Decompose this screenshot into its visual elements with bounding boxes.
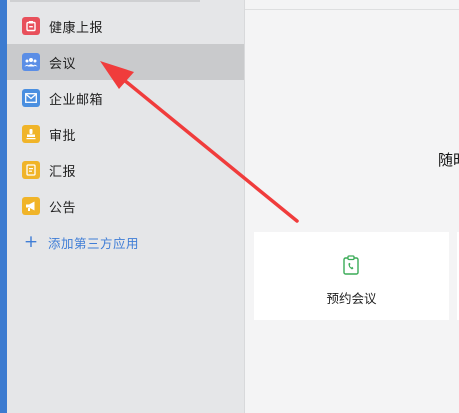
book-meeting-label: 预约会议 — [326, 291, 377, 306]
sidebar-item-label: 审批 — [49, 128, 77, 144]
announcement-megaphone-icon — [22, 197, 40, 215]
clipboard-phone-icon — [343, 255, 359, 275]
plus-icon: + — [23, 232, 39, 252]
sidebar-item-approval[interactable]: 审批 — [7, 116, 244, 152]
health-report-icon — [22, 17, 40, 35]
window-edge-strip — [0, 0, 7, 413]
sidebar-item-announcement[interactable]: 公告 — [7, 188, 244, 224]
sidebar-item-label: 会议 — [49, 56, 77, 72]
approval-stamp-icon — [22, 125, 40, 143]
main-top-separator — [245, 9, 459, 10]
sidebar-item-label: 公告 — [49, 200, 77, 216]
mail-icon — [22, 89, 40, 107]
add-app-label: 添加第三方应用 — [48, 235, 140, 251]
sidebar-top-separator — [10, 0, 200, 2]
sidebar-item-report[interactable]: 汇报 — [7, 152, 244, 188]
sidebar-item-label: 汇报 — [49, 164, 77, 180]
book-meeting-card[interactable]: 预约会议 — [254, 232, 449, 320]
sidebar-item-label: 企业邮箱 — [49, 92, 104, 108]
meeting-people-icon — [22, 53, 40, 71]
add-third-party-app-button[interactable]: + 添加第三方应用 — [7, 224, 244, 260]
sidebar-item-label: 健康上报 — [49, 20, 104, 36]
main-heading-text: 随时 — [438, 151, 459, 169]
report-doc-icon — [22, 161, 40, 179]
main-content — [245, 0, 459, 413]
sidebar-item-health-report[interactable]: 健康上报 — [7, 8, 244, 44]
sidebar-item-enterprise-mail[interactable]: 企业邮箱 — [7, 80, 244, 116]
sidebar-item-meeting[interactable]: 会议 — [7, 44, 244, 80]
